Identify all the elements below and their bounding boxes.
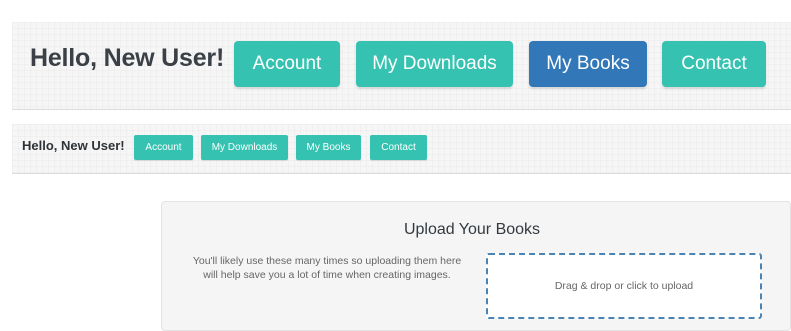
account-button-small[interactable]: Account (134, 135, 193, 160)
my-books-button[interactable]: My Books (529, 41, 647, 87)
upload-dropzone[interactable]: Drag & drop or click to upload (486, 253, 762, 319)
my-downloads-button-small[interactable]: My Downloads (201, 135, 288, 160)
account-button[interactable]: Account (234, 41, 340, 87)
upload-panel: Upload Your Books You'll likely use thes… (161, 201, 791, 331)
header-large: Hello, New User! Account My Downloads My… (12, 22, 791, 110)
greeting-heading: Hello, New User! (30, 44, 225, 72)
greeting-heading-small: Hello, New User! (22, 138, 125, 153)
contact-button-small[interactable]: Contact (370, 135, 427, 160)
header-small: Hello, New User! Account My Downloads My… (12, 124, 791, 174)
my-downloads-button[interactable]: My Downloads (356, 41, 513, 87)
contact-button[interactable]: Contact (662, 41, 766, 87)
upload-title: Upload Your Books (403, 221, 541, 238)
upload-description: You'll likely use these many times so up… (192, 255, 462, 281)
dropzone-label: Drag & drop or click to upload (554, 280, 694, 292)
my-books-button-small[interactable]: My Books (296, 135, 361, 160)
